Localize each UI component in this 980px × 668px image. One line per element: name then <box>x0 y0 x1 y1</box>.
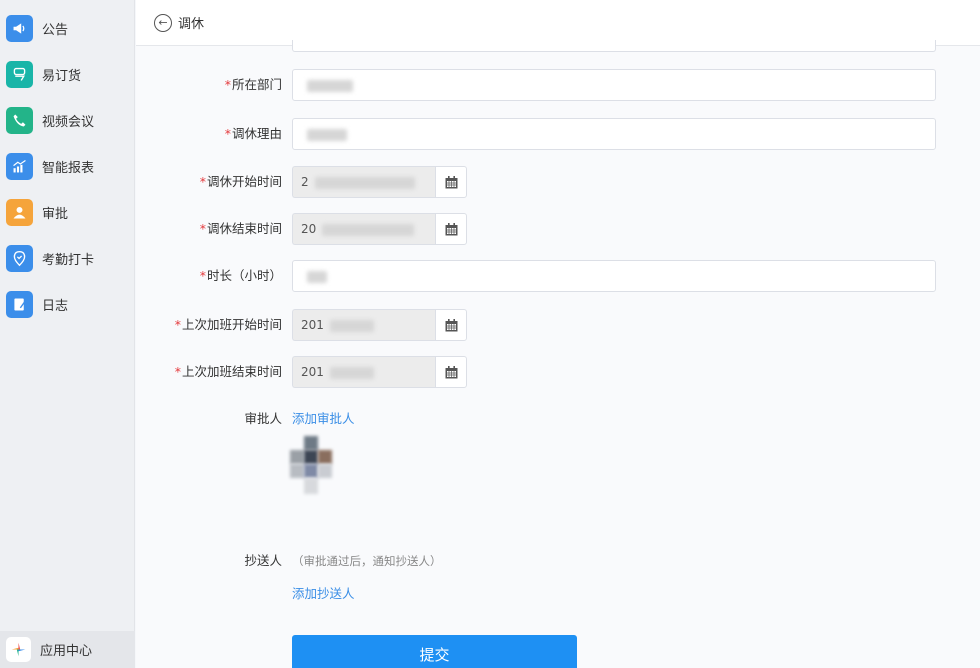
sidebar-item-label: 公告 <box>42 22 69 38</box>
field-label: *所在部门 <box>224 77 282 92</box>
form-row-ot-start: *上次加班开始时间 201 <box>136 309 980 341</box>
field-label: 抄送人 <box>244 553 282 568</box>
field-label: *调休开始时间 <box>199 174 282 189</box>
form-row-start-time: *调休开始时间 2 <box>136 166 980 198</box>
add-cc-link[interactable]: 添加抄送人 <box>292 578 355 610</box>
department-field[interactable] <box>292 69 936 101</box>
sidebar-item-label: 智能报表 <box>42 160 95 176</box>
page-title: 调休 <box>178 17 205 32</box>
field-label: *上次加班结束时间 <box>174 364 282 379</box>
form-row-reason: *调休理由 <box>136 118 980 150</box>
user-icon <box>6 198 33 226</box>
submit-button[interactable]: 提交 <box>292 635 577 668</box>
sidebar-item-label: 视频会议 <box>42 114 95 130</box>
form-row-cc: 抄送人 （审批通过后，通知抄送人） <box>136 545 980 577</box>
sidebar-item-label: 考勤打卡 <box>42 252 95 268</box>
app-center-icon <box>6 637 31 662</box>
duration-field[interactable] <box>292 260 936 292</box>
form-row-department: *所在部门 <box>136 69 980 101</box>
sidebar-item-label: 日志 <box>42 298 69 314</box>
form-row-ot-end: *上次加班结束时间 201 <box>136 356 980 388</box>
reason-field[interactable] <box>292 118 936 150</box>
form-row-duration: *时长（小时） <box>136 260 980 292</box>
ot-start-field[interactable]: 201 <box>292 309 436 341</box>
note-icon <box>6 290 33 318</box>
field-label: *上次加班开始时间 <box>174 317 282 332</box>
sidebar-item-log[interactable]: 日志 <box>0 281 135 327</box>
megaphone-icon <box>6 14 33 42</box>
form-row-end-time: *调休结束时间 20 <box>136 213 980 245</box>
main-content: ← 调休 *所在部门 *调休理由 *调休开始时间 2 *调休结束时间 20 *时… <box>136 0 980 668</box>
ot-end-field[interactable]: 201 <box>292 356 436 388</box>
previous-field-edge <box>292 40 936 52</box>
calendar-icon[interactable] <box>435 213 467 245</box>
sidebar-item-app-center[interactable]: 应用中心 <box>0 631 135 668</box>
approver-avatar[interactable] <box>290 436 332 498</box>
sidebar-item-label: 审批 <box>42 206 69 222</box>
calendar-icon[interactable] <box>435 356 467 388</box>
chart-icon <box>6 152 33 180</box>
phone-icon <box>6 106 33 134</box>
start-time-field[interactable]: 2 <box>292 166 436 198</box>
location-icon <box>6 244 33 272</box>
sidebar-item-approval[interactable]: 审批 <box>0 189 135 235</box>
sidebar-item-label: 应用中心 <box>40 644 93 659</box>
sidebar-item-announcement[interactable]: 公告 <box>0 5 135 51</box>
sidebar: 公告 易订货 视频会议 智能报表 审批 考勤打卡 日志 应用中心 <box>0 0 135 668</box>
sidebar-item-video-meeting[interactable]: 视频会议 <box>0 97 135 143</box>
sidebar-item-yidinghuo[interactable]: 易订货 <box>0 51 135 97</box>
back-icon[interactable]: ← <box>154 13 172 32</box>
cc-hint: （审批通过后，通知抄送人） <box>292 554 442 568</box>
yidinghuo-icon <box>6 60 33 88</box>
sidebar-item-attendance[interactable]: 考勤打卡 <box>0 235 135 281</box>
add-approver-link[interactable]: 添加审批人 <box>292 403 355 435</box>
calendar-icon[interactable] <box>435 309 467 341</box>
field-label: *调休理由 <box>224 126 282 141</box>
calendar-icon[interactable] <box>435 166 467 198</box>
field-label: *调休结束时间 <box>199 221 282 236</box>
field-label: *时长（小时） <box>199 268 282 283</box>
end-time-field[interactable]: 20 <box>292 213 436 245</box>
sidebar-item-smart-report[interactable]: 智能报表 <box>0 143 135 189</box>
field-label: 审批人 <box>244 411 282 426</box>
sidebar-item-label: 易订货 <box>42 68 82 84</box>
form-row-approver: 审批人 添加审批人 <box>136 403 980 435</box>
